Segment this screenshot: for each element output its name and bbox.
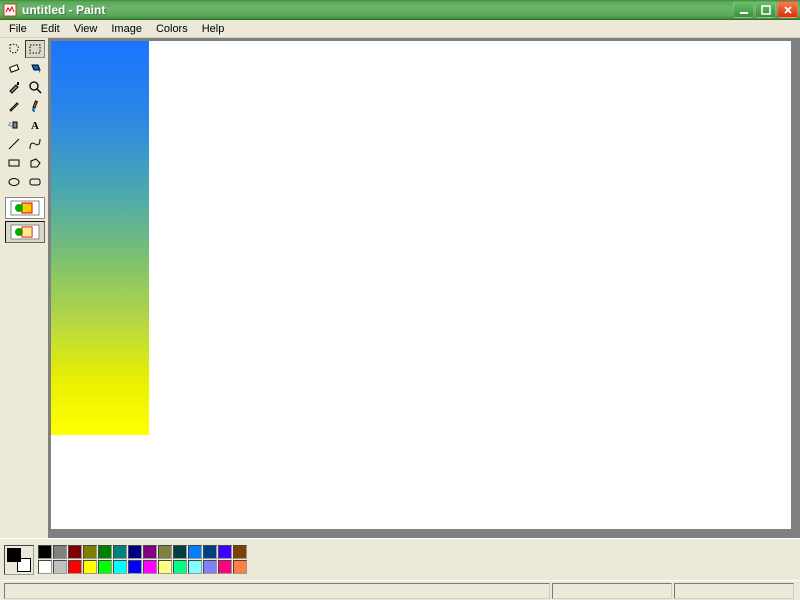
color-swatch[interactable]: [38, 560, 52, 574]
color-swatch[interactable]: [173, 545, 187, 559]
status-position: [552, 583, 672, 599]
canvas-viewport[interactable]: [48, 38, 800, 538]
color-swatch[interactable]: [143, 545, 157, 559]
tool-polygon[interactable]: [25, 154, 45, 172]
color-swatch[interactable]: [158, 545, 172, 559]
color-swatch[interactable]: [113, 545, 127, 559]
color-swatch[interactable]: [38, 545, 52, 559]
menu-image[interactable]: Image: [104, 22, 149, 36]
color-palette: [38, 545, 247, 574]
status-size: [674, 583, 794, 599]
menu-help[interactable]: Help: [195, 22, 232, 36]
tool-ellipse[interactable]: [4, 173, 24, 191]
color-swatch[interactable]: [53, 545, 67, 559]
color-swatch[interactable]: [68, 560, 82, 574]
menu-bar: File Edit View Image Colors Help: [0, 20, 800, 38]
tool-brush[interactable]: [25, 97, 45, 115]
color-swatch[interactable]: [98, 560, 112, 574]
app-icon: [2, 2, 18, 18]
color-swatch[interactable]: [188, 545, 202, 559]
maximize-button[interactable]: [755, 1, 776, 18]
menu-view[interactable]: View: [67, 22, 105, 36]
color-palette-bar: [0, 538, 800, 580]
tool-eraser[interactable]: [4, 59, 24, 77]
color-swatch[interactable]: [173, 560, 187, 574]
window-controls: [733, 1, 798, 18]
color-swatch[interactable]: [218, 560, 232, 574]
color-swatch[interactable]: [158, 560, 172, 574]
status-hint: [4, 583, 550, 599]
color-swatch[interactable]: [83, 545, 97, 559]
color-swatch[interactable]: [203, 545, 217, 559]
color-swatch[interactable]: [233, 545, 247, 559]
tool-line[interactable]: [4, 135, 24, 153]
gradient-rectangle-shape: [51, 41, 149, 435]
canvas[interactable]: [51, 41, 791, 529]
tool-options: [5, 197, 45, 243]
option-transparent-selection[interactable]: [5, 221, 45, 243]
color-swatch[interactable]: [113, 560, 127, 574]
menu-file[interactable]: File: [2, 22, 34, 36]
tool-magnifier[interactable]: [25, 78, 45, 96]
current-colors[interactable]: [4, 545, 34, 575]
status-bar: [0, 580, 800, 600]
color-swatch[interactable]: [68, 545, 82, 559]
option-opaque-selection[interactable]: [5, 197, 45, 219]
tool-curve[interactable]: [25, 135, 45, 153]
close-button[interactable]: [777, 1, 798, 18]
window-title: untitled - Paint: [22, 3, 733, 17]
color-swatch[interactable]: [128, 560, 142, 574]
tool-rectangle[interactable]: [4, 154, 24, 172]
tool-fill[interactable]: [25, 59, 45, 77]
color-swatch[interactable]: [218, 545, 232, 559]
tool-text[interactable]: A: [25, 116, 45, 134]
svg-text:A: A: [31, 120, 39, 132]
color-swatch[interactable]: [203, 560, 217, 574]
tool-airbrush[interactable]: [4, 116, 24, 134]
menu-colors[interactable]: Colors: [149, 22, 195, 36]
tool-free-form-select[interactable]: [4, 40, 24, 58]
color-swatch[interactable]: [188, 560, 202, 574]
color-swatch[interactable]: [143, 560, 157, 574]
toolbox: A: [0, 38, 48, 538]
color-swatch[interactable]: [98, 545, 112, 559]
color-swatch[interactable]: [83, 560, 97, 574]
title-bar: untitled - Paint: [0, 0, 800, 20]
foreground-color-swatch[interactable]: [7, 548, 21, 562]
tool-color-picker[interactable]: [4, 78, 24, 96]
color-swatch[interactable]: [233, 560, 247, 574]
tool-pencil[interactable]: [4, 97, 24, 115]
tool-rounded-rectangle[interactable]: [25, 173, 45, 191]
tool-grid: A: [4, 40, 45, 191]
minimize-button[interactable]: [733, 1, 754, 18]
color-swatch[interactable]: [128, 545, 142, 559]
color-swatch[interactable]: [53, 560, 67, 574]
tool-rectangle-select[interactable]: [25, 40, 45, 58]
main-area: A: [0, 38, 800, 538]
menu-edit[interactable]: Edit: [34, 22, 67, 36]
